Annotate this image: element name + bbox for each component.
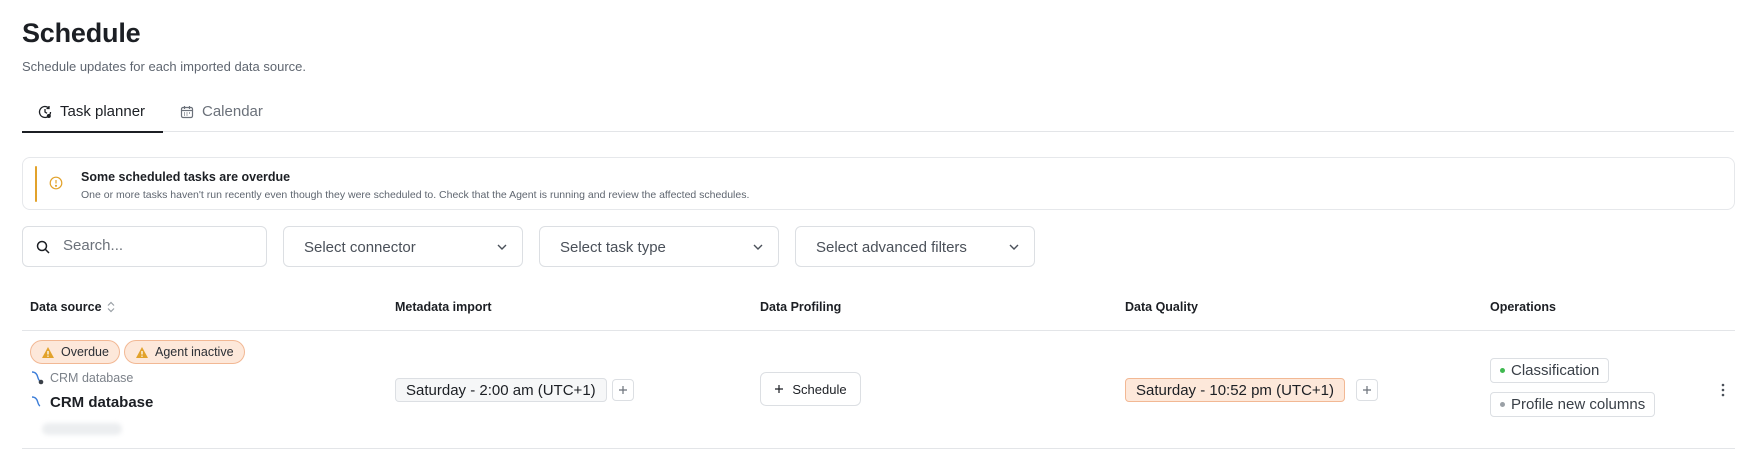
page-title: Schedule	[22, 18, 141, 48]
row-actions-button[interactable]	[1714, 380, 1732, 400]
column-header-label: Data source	[30, 300, 102, 314]
warning-circle-icon	[49, 176, 63, 190]
tab-task-planner-label: Task planner	[60, 103, 146, 120]
tab-bar: Task planner Calendar	[22, 96, 1734, 133]
table-row: Overdue Agent inactive CRM database CRM …	[22, 331, 1735, 449]
metadata-import-schedule-label: Saturday - 2:00 am (UTC+1)	[406, 381, 596, 399]
column-header-metadata-import: Metadata import	[395, 300, 492, 314]
agent-inactive-badge: Agent inactive	[124, 340, 245, 364]
search-input[interactable]	[63, 237, 253, 254]
tab-calendar-label: Calendar	[202, 103, 263, 120]
overdue-badge: Overdue	[30, 340, 120, 364]
plus-icon	[775, 385, 784, 393]
chevron-down-icon	[1009, 244, 1019, 250]
schedule-profiling-button[interactable]: Schedule	[760, 372, 861, 406]
overdue-badge-label: Overdue	[61, 345, 109, 359]
tab-calendar[interactable]: Calendar	[180, 96, 263, 132]
operation-classification-label: Classification	[1511, 362, 1600, 379]
alert-accent-bar	[35, 166, 37, 202]
alert-title: Some scheduled tasks are overdue	[81, 170, 291, 184]
calendar-icon	[180, 106, 194, 119]
plus-icon	[619, 386, 627, 394]
sort-icon[interactable]	[106, 301, 116, 313]
database-connector-icon	[31, 371, 44, 385]
data-source-name[interactable]: CRM database	[30, 394, 153, 411]
column-header-operations: Operations	[1490, 300, 1556, 314]
connector-select[interactable]: Select connector	[283, 226, 523, 267]
task-type-select[interactable]: Select task type	[539, 226, 779, 267]
status-dot-icon	[1500, 402, 1505, 407]
data-source-parent[interactable]: CRM database	[30, 370, 133, 386]
column-header-data-source[interactable]: Data source	[30, 300, 116, 314]
clock-refresh-icon	[38, 105, 52, 119]
connector-select-placeholder: Select connector	[304, 239, 416, 256]
plus-icon	[1363, 386, 1371, 394]
agent-inactive-badge-label: Agent inactive	[155, 345, 234, 359]
chevron-down-icon	[497, 244, 507, 250]
data-source-parent-label: CRM database	[50, 371, 134, 385]
data-quality-schedule-label: Saturday - 10:52 pm (UTC+1)	[1136, 381, 1334, 399]
metadata-import-schedule[interactable]: Saturday - 2:00 am (UTC+1)	[395, 378, 607, 402]
add-quality-schedule-button[interactable]	[1356, 379, 1378, 401]
add-metadata-schedule-button[interactable]	[612, 379, 634, 401]
redacted-text	[42, 423, 122, 435]
table-header: Data source Metadata import Data Profili…	[22, 290, 1735, 331]
search-field[interactable]	[22, 226, 267, 267]
overdue-alert: Some scheduled tasks are overdue One or …	[22, 157, 1735, 210]
operation-profile-new-columns[interactable]: Profile new columns	[1490, 392, 1656, 417]
warning-triangle-icon	[136, 346, 148, 358]
schedule-profiling-button-label: Schedule	[792, 381, 847, 397]
tab-task-planner[interactable]: Task planner	[22, 96, 163, 133]
warning-triangle-icon	[42, 346, 54, 358]
data-quality-schedule[interactable]: Saturday - 10:52 pm (UTC+1)	[1125, 378, 1345, 402]
search-icon	[36, 240, 50, 254]
alert-description: One or more tasks haven't run recently e…	[81, 189, 750, 201]
chevron-down-icon	[753, 244, 763, 250]
status-dot-icon	[1500, 368, 1505, 373]
column-header-data-quality: Data Quality	[1125, 300, 1198, 314]
operation-profile-new-columns-label: Profile new columns	[1511, 396, 1646, 413]
advanced-filters-select[interactable]: Select advanced filters	[795, 226, 1035, 267]
database-connector-icon	[31, 395, 41, 407]
page-subtitle: Schedule updates for each imported data …	[22, 59, 307, 74]
data-source-name-label: CRM database	[50, 394, 154, 411]
task-type-select-placeholder: Select task type	[560, 239, 666, 256]
advanced-filters-select-placeholder: Select advanced filters	[816, 239, 967, 256]
more-vertical-icon	[1721, 383, 1725, 397]
column-header-data-profiling: Data Profiling	[760, 300, 842, 314]
operation-classification[interactable]: Classification	[1490, 358, 1610, 383]
